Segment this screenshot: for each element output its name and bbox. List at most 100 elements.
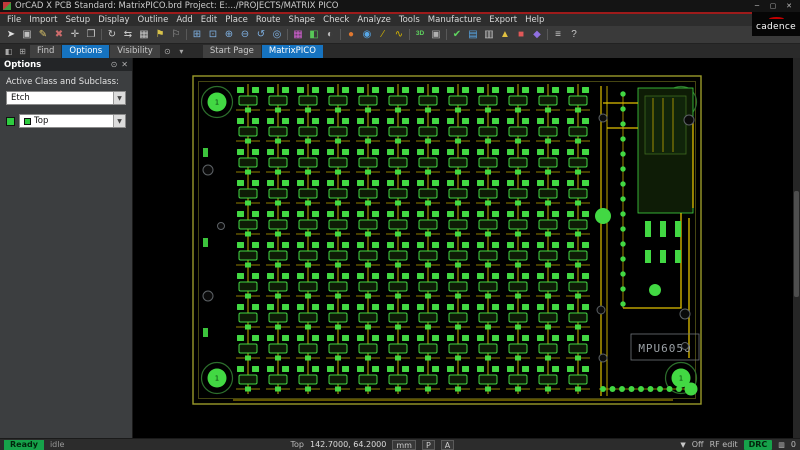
a-button[interactable]: A [441, 440, 454, 450]
menu-item-outline[interactable]: Outline [134, 15, 173, 25]
workspace-icon[interactable]: ⊞ [16, 45, 29, 58]
rotate-icon: ↻ [108, 30, 116, 40]
highlight-icon[interactable]: ⚑ [152, 27, 168, 42]
unrats-all-icon: ● [348, 30, 354, 40]
menu-item-import[interactable]: Import [25, 15, 61, 25]
select-pointer-icon[interactable]: ➤ [3, 27, 19, 42]
menu-item-shape[interactable]: Shape [285, 15, 320, 25]
pin-icon[interactable]: ⊙ [161, 45, 174, 58]
add-connect-icon[interactable]: ∕ [375, 27, 391, 42]
mirror-icon[interactable]: ⇆ [120, 27, 136, 42]
help-icon[interactable]: ? [566, 27, 582, 42]
doc-tab-matrixpico[interactable]: MatrixPICO [262, 45, 323, 58]
menu-item-setup[interactable]: Setup [61, 15, 94, 25]
panel-tab-options[interactable]: Options [62, 45, 109, 58]
zoom-points-icon[interactable]: ⊞ [189, 27, 205, 42]
assign-color-icon[interactable]: ■ [513, 27, 529, 42]
layer-color-swatch[interactable] [6, 117, 15, 126]
design-canvas[interactable]: 1111MPU6050 [133, 58, 793, 438]
title-bar: OrCAD X PCB Standard: MatrixPICO.brd Pro… [0, 0, 800, 12]
fix-icon[interactable]: ▦ [136, 27, 152, 42]
class-dropdown[interactable]: Etch ▼ [6, 91, 126, 105]
zoom-fit-icon[interactable]: ⊡ [205, 27, 221, 42]
menu-item-place[interactable]: Place [221, 15, 252, 25]
dehighlight-icon: ⚐ [172, 30, 181, 40]
assign-color-icon: ■ [518, 30, 524, 40]
rotate-icon[interactable]: ↻ [104, 27, 120, 42]
filter-icon[interactable]: ▼ [680, 441, 685, 449]
zoom-in-icon[interactable]: ⊕ [221, 27, 237, 42]
menu-item-export[interactable]: Export [485, 15, 521, 25]
cadence-brand-text: cadence [756, 22, 796, 32]
view-3d-icon[interactable]: 3D [412, 27, 428, 42]
zoom-out-icon[interactable]: ⊖ [237, 27, 253, 42]
drc-badge[interactable]: DRC [744, 440, 773, 450]
shell-icon[interactable]: ▣ [428, 27, 444, 42]
panel-tab-find[interactable]: Find [30, 45, 61, 58]
reports-icon: ▥ [484, 30, 493, 40]
toolbar-separator [446, 29, 447, 40]
highlight-icon: ⚑ [156, 30, 165, 40]
menu-bar: FileImportSetupDisplayOutlineAddEditPlac… [0, 14, 800, 26]
dehighlight-icon[interactable]: ⚐ [168, 27, 184, 42]
maximize-button[interactable]: ▢ [765, 1, 781, 12]
close-panel-icon[interactable]: ✕ [121, 60, 128, 69]
chevron-down-icon: ▼ [113, 115, 125, 127]
toolbar: ➤▣✎✖✛❐↻⇆▦⚑⚐⊞⊡⊕⊖↺◎▦◧◐●◉∕∿3D▣✔▤▥▲■◆≡? [0, 26, 800, 44]
menu-item-help[interactable]: Help [521, 15, 548, 25]
minimize-button[interactable]: ─ [749, 1, 765, 12]
view-3d-icon: 3D [416, 31, 424, 38]
menu-item-route[interactable]: Route [252, 15, 285, 25]
copy-icon[interactable]: ❐ [83, 27, 99, 42]
toolbar-separator [101, 29, 102, 40]
pin-icon[interactable]: ⊙ [111, 60, 118, 69]
class-dropdown-value: Etch [11, 93, 30, 103]
menu-item-tools[interactable]: Tools [395, 15, 424, 25]
color-dialog-icon[interactable]: ▦ [290, 27, 306, 42]
add-connect-icon: ∕ [382, 30, 384, 40]
vertical-scrollbar[interactable] [793, 58, 800, 438]
zoom-fit-icon: ⊡ [209, 30, 217, 40]
constraint-manager-icon[interactable]: ▤ [465, 27, 481, 42]
menu-item-check[interactable]: Check [319, 15, 353, 25]
drc-update-icon[interactable]: ✔ [449, 27, 465, 42]
close-button[interactable]: ✕ [781, 1, 797, 12]
doc-tab-start-page[interactable]: Start Page [203, 45, 261, 58]
shadow-mode-icon[interactable]: ◐ [322, 27, 338, 42]
p-button[interactable]: P [422, 440, 435, 450]
filter-off-label[interactable]: Off [692, 440, 704, 449]
drc-update-icon: ✔ [453, 30, 461, 40]
delete-icon[interactable]: ✖ [51, 27, 67, 42]
active-layer-label: Top [291, 440, 305, 449]
move-icon[interactable]: ✛ [67, 27, 83, 42]
waive-drc-icon[interactable]: ▲ [497, 27, 513, 42]
unrats-all-icon[interactable]: ● [343, 27, 359, 42]
properties-list-icon[interactable]: ≡ [550, 27, 566, 42]
property-edit-icon[interactable]: ✎ [35, 27, 51, 42]
menu-item-edit[interactable]: Edit [197, 15, 221, 25]
dock-left-icon[interactable]: ◧ [2, 45, 15, 58]
layer-visibility-icon[interactable]: ◧ [306, 27, 322, 42]
redraw-icon[interactable]: ◎ [269, 27, 285, 42]
scrollbar-thumb[interactable] [794, 191, 799, 297]
selection-filter-icon[interactable]: ▣ [19, 27, 35, 42]
waive-drc-icon: ▲ [500, 30, 510, 40]
tune-icon[interactable]: ◆ [529, 27, 545, 42]
zoom-previous-icon[interactable]: ↺ [253, 27, 269, 42]
rats-all-icon[interactable]: ◉ [359, 27, 375, 42]
menu-item-display[interactable]: Display [94, 15, 133, 25]
menu-item-file[interactable]: File [3, 15, 25, 25]
menu-item-manufacture[interactable]: Manufacture [424, 15, 485, 25]
rf-edit-button[interactable]: RF edit [710, 440, 738, 449]
units-button[interactable]: mm [392, 440, 416, 450]
menu-item-add[interactable]: Add [172, 15, 196, 25]
panel-tab-visibility[interactable]: Visibility [110, 45, 160, 58]
reports-icon[interactable]: ▥ [481, 27, 497, 42]
slide-icon[interactable]: ∿ [391, 27, 407, 42]
toolbar-separator [340, 29, 341, 40]
subclass-dropdown[interactable]: Top ▼ [19, 114, 126, 128]
subclass-color-swatch [24, 118, 31, 125]
panel-menu-icon[interactable]: ▾ [175, 45, 188, 58]
menu-item-analyze[interactable]: Analyze [353, 15, 395, 25]
pcb-board[interactable]: 1111MPU6050 [133, 58, 793, 438]
